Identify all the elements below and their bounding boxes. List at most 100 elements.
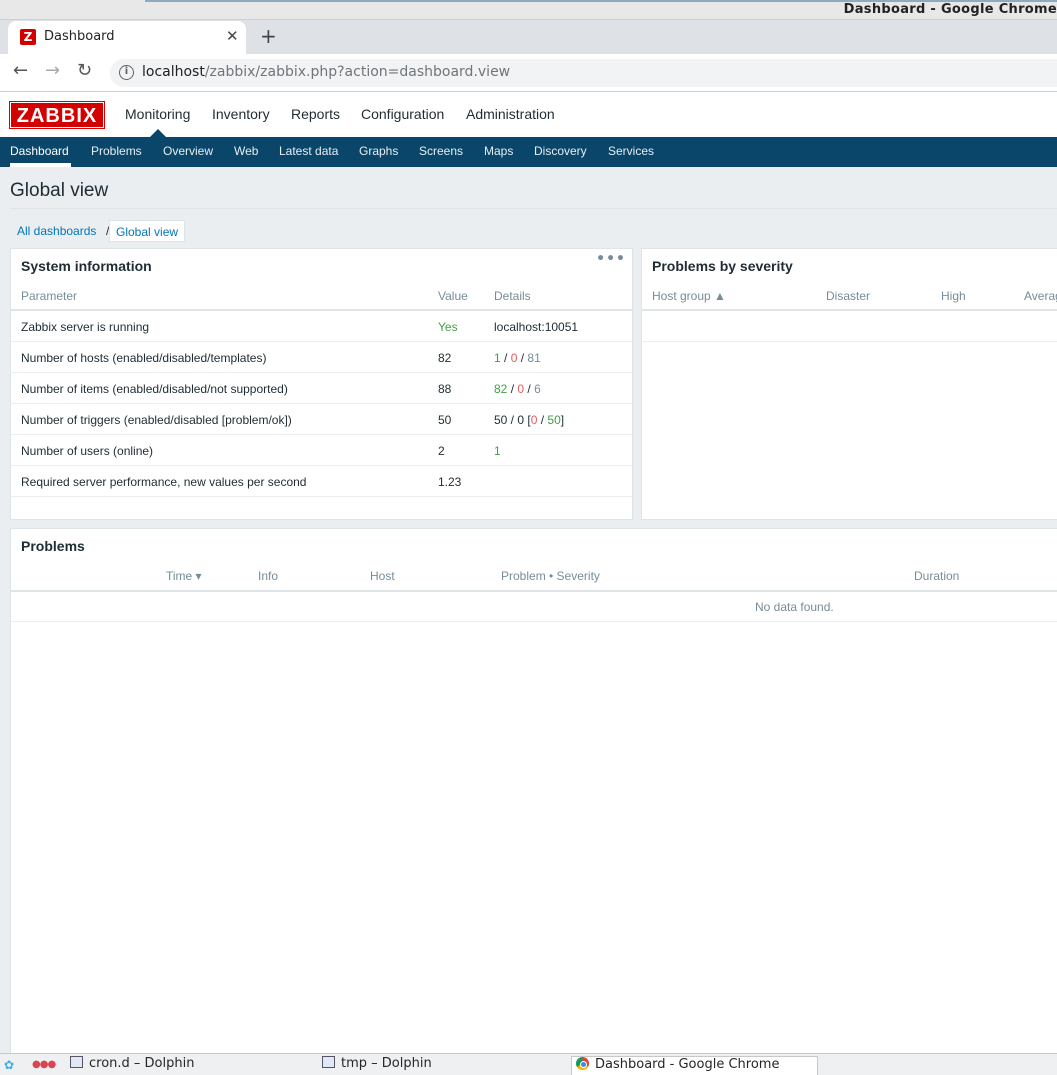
taskbar-item-cron-dolphin[interactable]: cron.d – Dolphin [66, 1056, 194, 1075]
page-title: Global view [10, 180, 109, 201]
sub-menu: Dashboard Problems Overview Web Latest d… [0, 137, 1057, 167]
widget-title: Problems [21, 538, 85, 554]
table-row-parameter: Zabbix server is running [21, 320, 150, 334]
table-header-rule [642, 309, 1057, 311]
column-header-value: Value [438, 289, 468, 303]
column-header-time[interactable]: Time ▾ [166, 569, 202, 583]
new-tab-button[interactable]: + [260, 25, 277, 47]
hosts-enabled: 1 [494, 351, 501, 365]
menu-reports[interactable]: Reports [291, 106, 340, 122]
application-launcher-icon[interactable]: ✿ [4, 1058, 20, 1073]
submenu-latest-data[interactable]: Latest data [279, 144, 338, 158]
table-row-details: 1 / 0 / 81 [494, 351, 541, 365]
submenu-screens[interactable]: Screens [419, 144, 463, 158]
title-divider [10, 208, 1057, 209]
zabbix-logo[interactable]: ZABBIX [9, 101, 105, 129]
items-enabled: 82 [494, 382, 508, 396]
table-row-value: 1.23 [438, 475, 462, 489]
tab-title: Dashboard [44, 29, 115, 44]
column-header-host-group[interactable]: Host group ▲ [652, 289, 726, 303]
row-divider [11, 372, 632, 373]
folder-window-icon [70, 1056, 83, 1068]
pager-dots-icon[interactable]: ●●● [32, 1060, 56, 1070]
column-header-disaster: Disaster [826, 289, 871, 303]
column-header-problem-severity: Problem • Severity [501, 569, 600, 583]
row-divider [642, 341, 1057, 342]
widget-title: System information [21, 258, 152, 274]
browser-tab-dashboard[interactable]: Z Dashboard ✕ [8, 21, 246, 54]
bracket-close: ] [560, 413, 565, 427]
menu-administration[interactable]: Administration [466, 106, 555, 122]
window-titlebar: Dashboard - Google Chrome [0, 0, 1057, 20]
taskbar-item-label: Dashboard - Google Chrome [595, 1057, 780, 1072]
zabbix-header: ZABBIX Monitoring Inventory Reports Conf… [0, 93, 1057, 137]
row-divider [11, 621, 1057, 622]
url-text[interactable]: localhost/zabbix/zabbix.php?action=dashb… [142, 64, 510, 80]
table-row-parameter: Required server performance, new values … [21, 475, 307, 489]
submenu-overview[interactable]: Overview [163, 144, 213, 158]
table-header-rule [11, 309, 632, 311]
table-row-details: 50 / 0 [0 / 50] [494, 413, 564, 427]
table-row-value: 88 [438, 382, 452, 396]
table-row-parameter: Number of items (enabled/disabled/not su… [21, 382, 288, 396]
slash: / [524, 382, 535, 396]
menu-monitoring[interactable]: Monitoring [125, 106, 190, 122]
problems-widget: Problems Time ▾ Info Host Problem • Seve… [10, 528, 1057, 1053]
table-header-rule [11, 590, 1057, 592]
submenu-discovery[interactable]: Discovery [534, 144, 587, 158]
row-divider [11, 403, 632, 404]
column-header-details: Details [494, 289, 531, 303]
back-button[interactable]: ← [13, 61, 28, 81]
submenu-graphs[interactable]: Graphs [359, 144, 398, 158]
menu-configuration[interactable]: Configuration [361, 106, 444, 122]
table-row-value: 50 [438, 413, 452, 427]
address-bar[interactable]: i localhost/zabbix/zabbix.php?action=das… [110, 59, 1057, 87]
widget-menu-icon[interactable]: ••• [596, 251, 626, 267]
taskbar-item-label: cron.d – Dolphin [89, 1056, 195, 1071]
zabbix-favicon-icon: Z [20, 29, 36, 45]
column-header-info: Info [258, 569, 279, 583]
url-path: /zabbix/zabbix.php?action=dashboard.view [204, 64, 511, 80]
url-host: localhost [142, 64, 205, 80]
submenu-dashboard[interactable]: Dashboard [10, 144, 69, 158]
submenu-problems[interactable]: Problems [91, 144, 142, 158]
active-menu-caret [150, 129, 166, 137]
table-row-details: 1 [494, 444, 501, 458]
triggers-ok: 50 [547, 413, 561, 427]
taskbar-item-chrome[interactable]: Dashboard - Google Chrome [571, 1056, 818, 1075]
menu-inventory[interactable]: Inventory [212, 106, 270, 122]
tab-close-icon[interactable]: ✕ [226, 27, 239, 45]
slash: / [500, 351, 511, 365]
breadcrumb-all-dashboards[interactable]: All dashboards [17, 224, 96, 238]
column-header-host: Host [370, 569, 395, 583]
system-information-widget: System information ••• Parameter Value D… [10, 248, 633, 520]
site-info-icon[interactable]: i [119, 65, 134, 80]
table-row-parameter: Number of triggers (enabled/disabled [pr… [21, 413, 292, 427]
hosts-templates: 81 [527, 351, 541, 365]
breadcrumb-global-view[interactable]: Global view [109, 220, 186, 242]
taskbar-item-tmp-dolphin[interactable]: tmp – Dolphin [318, 1056, 432, 1075]
taskbar-item-label: tmp – Dolphin [341, 1056, 432, 1071]
column-header-duration: Duration [914, 569, 960, 583]
submenu-maps[interactable]: Maps [484, 144, 513, 158]
os-taskbar: ✿ ●●● cron.d – Dolphin tmp – Dolphin Das… [0, 1053, 1057, 1075]
reload-button[interactable]: ↻ [77, 61, 92, 81]
row-divider [11, 341, 632, 342]
submenu-services[interactable]: Services [608, 144, 654, 158]
table-row-details: localhost:10051 [494, 320, 579, 334]
row-divider [11, 465, 632, 466]
browser-toolbar: ← → ↻ i localhost/zabbix/zabbix.php?acti… [0, 54, 1057, 92]
folder-window-icon [322, 1056, 335, 1068]
slash: / [517, 351, 528, 365]
slash: / [507, 382, 518, 396]
forward-button[interactable]: → [45, 61, 60, 81]
column-header-high: High [941, 289, 966, 303]
submenu-web[interactable]: Web [234, 144, 258, 158]
slash: / [537, 413, 548, 427]
row-divider [11, 496, 632, 497]
triggers-enabled-disabled: 50 / 0 [ [494, 413, 531, 427]
page-content: Global view All dashboards / Global view… [0, 167, 1057, 1053]
items-not-supported: 6 [534, 382, 541, 396]
table-row-parameter: Number of hosts (enabled/disabled/templa… [21, 351, 267, 365]
no-data-message: No data found. [755, 600, 834, 614]
